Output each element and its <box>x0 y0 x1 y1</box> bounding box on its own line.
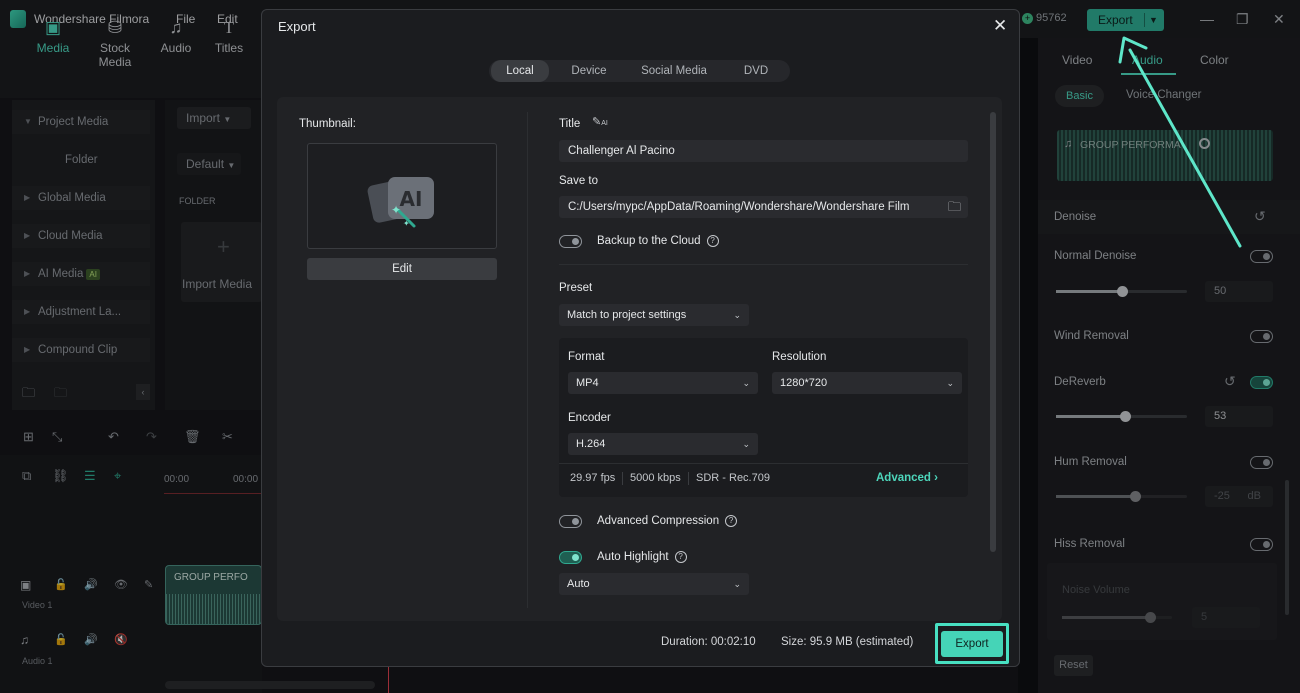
backup-label: Backup to the Cloud? <box>597 235 719 247</box>
svg-text:✦: ✦ <box>391 203 401 217</box>
dialog-title: Export <box>278 19 316 34</box>
chevron-down-icon: ⌄ <box>733 310 741 320</box>
svg-text:AI: AI <box>400 187 423 211</box>
duration-info: Duration: 00:02:10 <box>661 636 756 648</box>
auto-highlight-select[interactable]: Auto ⌄ <box>559 573 749 595</box>
chevron-down-icon: ⌄ <box>742 378 750 388</box>
chevron-right-icon: › <box>934 472 939 484</box>
edit-thumbnail-button[interactable]: Edit <box>307 258 497 280</box>
chevron-down-icon: ⌄ <box>742 439 750 449</box>
title-label: Title <box>559 118 581 130</box>
tab-device[interactable]: Device <box>559 60 619 82</box>
save-path-input[interactable]: C:/Users/mypc/AppData/Roaming/Wondershar… <box>559 196 968 218</box>
duration-label: Duration: <box>661 636 708 648</box>
advanced-compression-label: Advanced Compression? <box>597 515 738 528</box>
advanced-link[interactable]: Advanced › <box>876 472 938 484</box>
encoder-label: Encoder <box>568 412 611 424</box>
close-icon[interactable]: ✕ <box>993 16 1007 36</box>
backup-text: Backup to the Cloud <box>597 235 701 248</box>
backup-toggle[interactable] <box>559 235 582 248</box>
format-label: Format <box>568 351 605 363</box>
folder-icon[interactable]: 🗀 <box>948 198 961 220</box>
auto-highlight-toggle[interactable] <box>559 551 582 564</box>
svg-text:✦: ✦ <box>403 219 410 228</box>
ai-pen-icon[interactable]: ✎AI <box>592 115 608 128</box>
size-value: 95.9 MB (estimated) <box>809 636 914 648</box>
preset-label: Preset <box>559 282 593 294</box>
chevron-down-icon: ⌄ <box>946 378 954 388</box>
advanced-label: Advanced <box>876 472 931 484</box>
export-button[interactable]: Export <box>941 631 1003 657</box>
dialog-scrollbar[interactable] <box>990 112 996 552</box>
size-info: Size: 95.9 MB (estimated) <box>781 636 913 648</box>
export-tabs: Local Device Social Media DVD <box>489 60 790 82</box>
meta-separator <box>622 472 623 485</box>
help-icon[interactable]: ? <box>674 551 687 563</box>
format-select[interactable]: MP4 ⌄ <box>568 372 758 394</box>
color-space-value: SDR - Rec.709 <box>696 472 770 484</box>
size-label: Size: <box>781 636 807 648</box>
tab-social-media[interactable]: Social Media <box>629 60 719 82</box>
advanced-compression-text: Advanced Compression <box>597 515 720 528</box>
advanced-compression-toggle[interactable] <box>559 515 582 528</box>
preset-value: Match to project settings <box>567 309 687 321</box>
auto-highlight-value: Auto <box>567 578 590 590</box>
encoder-value: H.264 <box>576 438 606 450</box>
chevron-down-icon: ⌄ <box>733 579 741 589</box>
format-value: MP4 <box>576 377 599 389</box>
encoder-select[interactable]: H.264 ⌄ <box>568 433 758 455</box>
tab-local[interactable]: Local <box>491 60 549 82</box>
resolution-label: Resolution <box>772 351 827 363</box>
bitrate-value: 5000 kbps <box>630 472 681 484</box>
preset-select[interactable]: Match to project settings ⌄ <box>559 304 749 326</box>
fps-value: 29.97 fps <box>570 472 616 484</box>
save-to-label: Save to <box>559 175 598 187</box>
export-dialog: Export ✕ Local Device Social Media DVD T… <box>261 9 1020 667</box>
divider <box>559 463 968 464</box>
resolution-select[interactable]: 1280*720 ⌄ <box>772 372 962 394</box>
auto-highlight-label: Auto Highlight? <box>597 551 687 563</box>
ai-thumbnail-icon: AI ✦ ✦ <box>367 177 434 228</box>
divider <box>559 264 968 265</box>
resolution-value: 1280*720 <box>780 377 828 389</box>
tab-dvd[interactable]: DVD <box>727 60 785 82</box>
divider <box>527 112 528 608</box>
auto-highlight-text: Auto Highlight <box>597 551 669 564</box>
duration-value: 00:02:10 <box>710 636 756 648</box>
help-icon[interactable]: ? <box>725 515 738 527</box>
thumbnail-preview[interactable]: AI ✦ ✦ <box>307 143 497 249</box>
thumbnail-label: Thumbnail: <box>299 118 356 130</box>
help-icon[interactable]: ? <box>706 235 719 247</box>
meta-separator <box>688 472 689 485</box>
title-input[interactable]: Challenger Al Pacino <box>559 140 968 162</box>
